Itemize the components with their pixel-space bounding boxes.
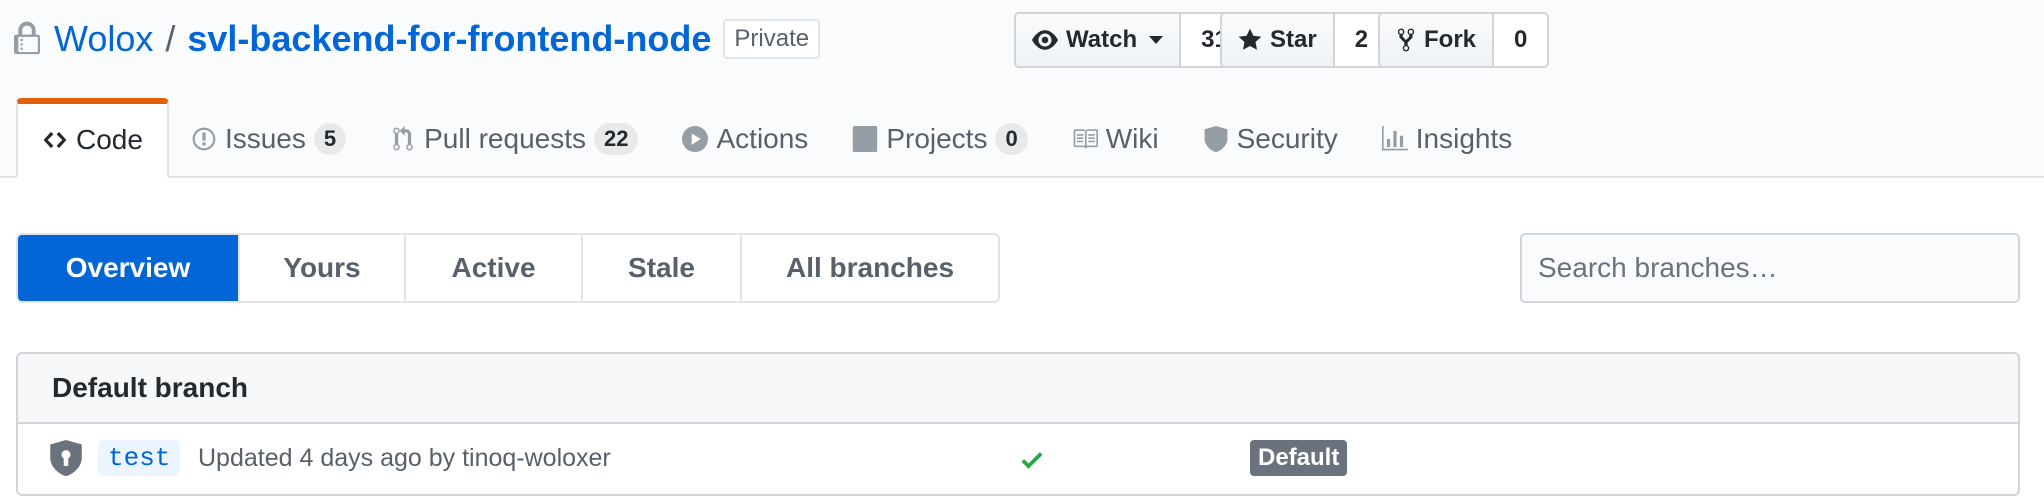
shield-icon	[1204, 126, 1227, 152]
filter-overview[interactable]: Overview	[18, 235, 238, 301]
visibility-label: Private	[723, 19, 821, 59]
tab-projects[interactable]: Projects 0	[830, 98, 1049, 178]
fork-button[interactable]: Fork	[1380, 14, 1493, 66]
projects-count: 0	[995, 123, 1028, 155]
tab-issues[interactable]: Issues 5	[169, 98, 368, 178]
fork-group: Fork 0	[1378, 12, 1550, 68]
tab-security-label: Security	[1236, 123, 1338, 154]
lock-icon	[14, 21, 40, 55]
issue-icon	[192, 127, 216, 151]
star-group: Star 2	[1220, 12, 1391, 68]
tab-code[interactable]: Code	[16, 98, 169, 178]
watch-button[interactable]: Watch	[1016, 14, 1180, 66]
tab-pull-requests-label: Pull requests	[424, 123, 586, 154]
tab-actions[interactable]: Actions	[660, 98, 830, 178]
watch-label: Watch	[1066, 26, 1138, 53]
star-label: Star	[1270, 26, 1317, 53]
search-branches-input[interactable]	[1520, 233, 2020, 303]
tab-issues-label: Issues	[224, 123, 306, 154]
tab-pull-requests[interactable]: Pull requests 22	[368, 98, 660, 178]
default-branch-heading: Default branch	[18, 354, 2018, 424]
watch-group: Watch 31	[1014, 12, 1250, 68]
fork-label: Fork	[1424, 26, 1477, 53]
tab-wiki[interactable]: Wiki	[1050, 98, 1181, 178]
book-icon	[1073, 129, 1098, 149]
caret-down-icon	[1149, 36, 1164, 44]
default-branch-box: Default branch test Updated 4 days ago b…	[16, 352, 2020, 496]
tab-insights-label: Insights	[1415, 123, 1513, 154]
repo-title: Wolox / svl-backend-for-frontend-node Pr…	[14, 14, 821, 64]
fork-icon	[1397, 28, 1415, 52]
path-separator: /	[165, 18, 176, 59]
tab-wiki-label: Wiki	[1105, 123, 1159, 154]
star-icon	[1238, 28, 1262, 50]
repo-nav: Code Issues 5 Pull requests 22 Actions P…	[16, 98, 1534, 178]
branch-filter-nav: Overview Yours Active Stale All branches	[16, 233, 1000, 303]
tab-actions-label: Actions	[716, 123, 809, 154]
tab-code-label: Code	[76, 124, 143, 155]
forks-count[interactable]: 0	[1492, 14, 1548, 66]
filter-stale[interactable]: Stale	[581, 235, 740, 301]
filter-all-branches[interactable]: All branches	[740, 235, 998, 301]
check-icon[interactable]	[1018, 446, 1046, 474]
tab-projects-label: Projects	[886, 123, 988, 154]
tab-security[interactable]: Security	[1181, 98, 1360, 178]
default-label: Default	[1250, 440, 1348, 476]
star-button[interactable]: Star	[1222, 14, 1333, 66]
code-icon	[43, 131, 67, 149]
branch-row: test Updated 4 days ago by tinoq-woloxer…	[18, 424, 2018, 494]
repo-header: Wolox / svl-backend-for-frontend-node Pr…	[0, 0, 2044, 178]
branch-name-link[interactable]: test	[98, 440, 181, 476]
pull-requests-count: 22	[594, 123, 639, 155]
play-icon	[682, 126, 709, 152]
filter-yours[interactable]: Yours	[238, 235, 404, 301]
issues-count: 5	[313, 123, 347, 155]
pull-request-icon	[393, 126, 413, 151]
branch-updated-text: Updated 4 days ago by tinoq-woloxer	[198, 444, 611, 472]
protected-branch-icon	[50, 440, 82, 476]
repo-name-link[interactable]: svl-backend-for-frontend-node	[187, 18, 711, 60]
project-icon	[853, 126, 878, 152]
eye-icon	[1032, 30, 1058, 50]
repo-owner-link[interactable]: Wolox	[54, 18, 153, 60]
tab-insights[interactable]: Insights	[1360, 98, 1535, 178]
filter-active[interactable]: Active	[404, 235, 581, 301]
graph-icon	[1381, 126, 1408, 151]
